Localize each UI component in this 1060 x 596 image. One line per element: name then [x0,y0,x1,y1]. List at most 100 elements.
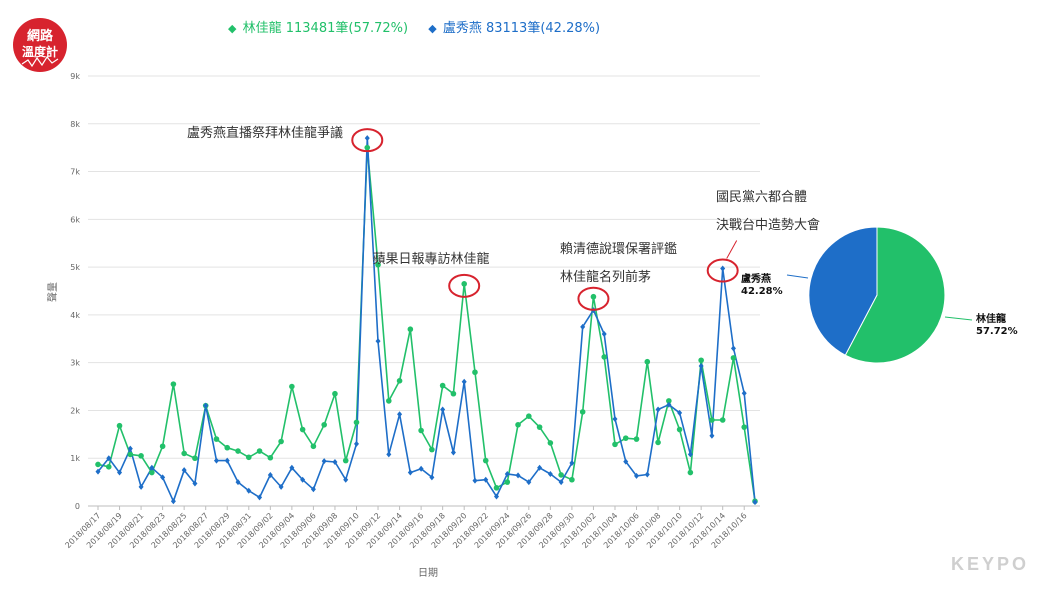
y-tick-label: 6k [70,215,80,224]
y-tick-label: 0 [75,502,80,511]
x-axis-label: 日期 [418,567,438,579]
event-annotations: 盧秀燕直播祭拜林佳龍爭議蘋果日報專訪林佳龍 賴清德說環保署評鑑林佳龍名列前茅 國民黨… [187,125,820,311]
x-axis-ticks: 2018/08/172018/08/192018/08/212018/08/23… [63,506,749,550]
data-point-lu[interactable] [461,378,467,385]
data-point-lin[interactable] [579,409,586,415]
data-point-lu[interactable] [515,472,521,479]
event-annotation-text: 決戰台中造勢大會 [716,218,820,233]
data-point-lin[interactable] [192,455,198,462]
data-point-lin[interactable] [95,461,101,468]
data-point-lin[interactable] [482,457,489,464]
y-tick-label: 3k [70,359,80,368]
pie-slice-label: 林佳龍 [976,312,1006,325]
data-point-lin[interactable] [181,450,187,457]
data-point-lu[interactable] [644,471,650,478]
data-point-lin[interactable] [687,469,694,476]
data-point-lu[interactable] [730,345,736,352]
data-point-lin[interactable] [655,439,661,446]
data-point-lin[interactable] [116,422,123,429]
data-point-lin[interactable] [278,438,284,445]
data-point-lin[interactable] [526,413,532,419]
series-lines [97,137,756,503]
data-point-lin[interactable] [321,421,327,428]
data-point-lin[interactable] [698,357,704,364]
data-point-lin[interactable] [170,381,177,387]
event-annotation-text: 林佳龍名列前茅 [560,269,651,285]
data-point-lu[interactable] [472,477,478,484]
data-point-lu[interactable] [655,406,661,413]
data-point-lin[interactable] [547,440,554,446]
data-point-lu[interactable] [450,449,456,456]
data-point-lin[interactable] [461,281,467,287]
data-point-lin[interactable] [429,446,435,453]
data-point-lin[interactable] [407,326,414,333]
data-point-lin[interactable] [105,464,112,470]
data-point-lin[interactable] [396,378,403,384]
pie-slice-label: 盧秀燕 [741,272,771,285]
data-point-lin[interactable] [644,358,651,365]
data-point-lu[interactable] [440,406,446,413]
data-point-lin[interactable] [493,485,500,491]
data-point-lin[interactable] [342,457,349,464]
data-point-lu[interactable] [397,411,403,418]
data-point-lu[interactable] [407,469,413,476]
logo-line2: 溫度計 [22,44,58,59]
event-annotation-text: 賴清德說環保署評鑑 [560,241,677,257]
data-point-lin[interactable] [730,355,737,361]
data-point-lu[interactable] [321,458,327,465]
chart-canvas: 網路 溫度計 0 1k 2k 3k 4k 5k 6k 7k 8k 9k 2018/08/17201… [13,18,1026,579]
data-point-lin[interactable] [245,454,252,461]
data-point-lin[interactable] [224,444,231,451]
data-point-lin[interactable] [633,436,640,442]
data-point-lin[interactable] [601,354,608,360]
data-point-lin[interactable] [353,419,360,426]
data-point-lin[interactable] [709,417,715,423]
data-point-lin[interactable] [676,426,683,433]
data-point-lin[interactable] [299,426,306,433]
data-point-lin[interactable] [267,454,274,461]
data-point-lin[interactable] [558,472,564,478]
data-point-lin[interactable] [472,369,478,376]
data-point-lu[interactable] [386,451,392,458]
data-point-lin[interactable] [515,421,521,428]
y-axis-label: 聲量 [46,282,59,302]
data-point-lin[interactable] [612,441,618,448]
data-point-lu[interactable] [353,440,359,447]
data-point-lu[interactable] [720,265,726,272]
data-point-lin[interactable] [504,479,511,485]
data-point-lin[interactable] [138,453,144,459]
event-annotation-text: 國民黨六都合體 [716,190,807,205]
data-point-lu[interactable] [364,135,370,142]
pie-label-connector [944,316,973,321]
data-point-lin[interactable] [127,451,134,458]
data-point-lin[interactable] [569,476,575,483]
y-axis-ticks: 0 1k 2k 3k 4k 5k 6k 7k 8k 9k [70,72,80,511]
data-point-lin[interactable] [364,144,371,151]
data-point-lin[interactable] [332,390,338,397]
data-point-lin[interactable] [439,382,446,389]
data-point-lin[interactable] [289,383,295,390]
y-tick-label: 4k [70,311,80,320]
event-annotation-text: 盧秀燕直播祭拜林佳龍爭議 [187,125,343,141]
data-point-lin[interactable] [235,448,241,454]
data-point-lu[interactable] [741,390,747,397]
data-point-lin[interactable] [536,424,543,430]
data-point-lin[interactable] [622,435,629,441]
data-point-lin[interactable] [213,436,220,442]
data-point-lu[interactable] [375,338,381,345]
data-point-lin[interactable] [159,443,166,450]
data-point-lin[interactable] [386,398,392,404]
event-annotation-text: 蘋果日報專訪林佳龍 [372,251,489,267]
y-tick-label: 2k [70,406,80,415]
data-point-lu[interactable] [709,432,715,439]
data-point-lin[interactable] [450,390,457,397]
data-point-lin[interactable] [719,417,726,423]
annotation-connector [726,240,738,259]
data-point-lu[interactable] [612,416,618,423]
data-point-lin[interactable] [590,293,597,300]
pie-slice-percent: 42.28% [741,286,783,297]
data-point-lin[interactable] [418,427,424,434]
data-point-lin[interactable] [741,424,748,430]
data-point-lin[interactable] [256,448,263,454]
data-point-lin[interactable] [310,443,317,450]
